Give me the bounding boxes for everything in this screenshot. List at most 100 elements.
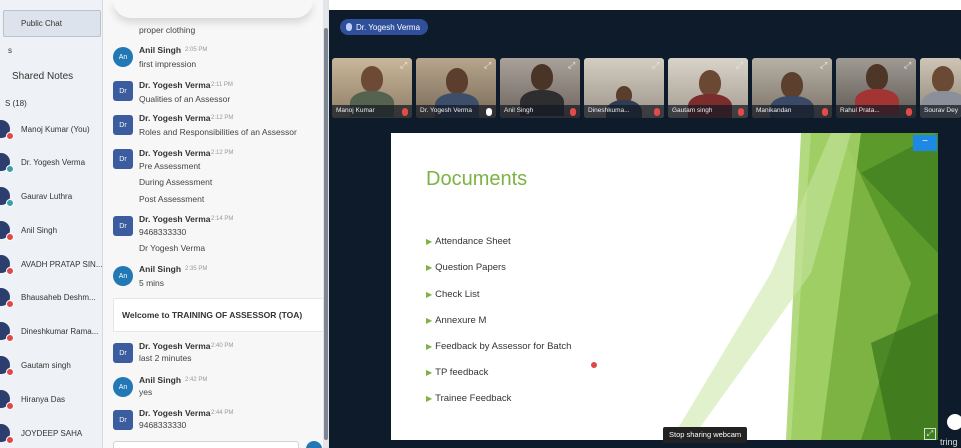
chat-message-text: 5 mins (139, 278, 165, 288)
expand-icon[interactable]: ⤢ (400, 61, 409, 70)
shared-notes-item[interactable]: Shared Notes (12, 71, 73, 82)
public-chat-label: Public Chat (21, 19, 62, 28)
conference-area: Dr. Yogesh Verma ⤢ Manoj Kumar ⤢ Dr. Yog… (329, 0, 961, 448)
slide-bullet: ▶ TP feedback (426, 367, 488, 378)
chat-message-time: 2:14 PM (211, 216, 234, 222)
mic-muted-icon (654, 108, 660, 116)
webcam-tile[interactable]: ⤢ Dr. Yogesh Verma (416, 58, 496, 118)
webcam-label-bar: Dineshkuma... (584, 105, 664, 118)
webcam-tile[interactable]: ⤢ Dineshkuma... (584, 58, 664, 118)
slide-bullet: ▶ Attendance Sheet (426, 236, 511, 247)
user-list-item[interactable]: Bhausaheb Deshm... (0, 285, 102, 313)
webcam-tile[interactable]: ⤢ Anil Singh (500, 58, 580, 118)
user-list-item[interactable]: JOYDEEP SAHA (0, 421, 102, 448)
webcam-tile[interactable]: ⤢ Manoj Kumar (332, 58, 412, 118)
chat-message-time: 2:12 PM (211, 150, 234, 156)
avatar: An (113, 377, 133, 397)
mic-muted-icon (738, 108, 744, 116)
avatar: An (113, 47, 133, 67)
chat-message-author: Dr. Yogesh Verma (139, 80, 211, 90)
webcam-label-bar: Manoj Kumar (332, 105, 412, 118)
avatar: Dr (113, 343, 133, 363)
slide-bullet-text: Trainee Feedback (435, 393, 512, 404)
slide-bullet-text: Check List (435, 289, 480, 300)
users-sidebar: Public Chat s Shared Notes S (18) Manoj … (0, 0, 103, 448)
bullet-arrow-icon: ▶ (426, 263, 433, 272)
webcam-tile[interactable]: ⤢ Manikandan (752, 58, 832, 118)
chat-message-text: Dr Yogesh Verma (139, 243, 206, 253)
chat-message-author: Dr. Yogesh Verma (139, 214, 211, 224)
avatar: Dr (113, 81, 133, 101)
user-list-item[interactable]: Gaurav Luthra (0, 184, 102, 212)
chat-message-author: Anil Singh (139, 264, 182, 274)
welcome-banner: Welcome to TRAINING OF ASSESSOR (TOA) (113, 298, 325, 332)
bullet-arrow-icon: ▶ (426, 290, 433, 299)
slide-bullet-text: TP feedback (435, 367, 489, 378)
chat-message-time: 2:42 PM (185, 377, 208, 383)
user-list-item[interactable]: AVADH PRATAP SIN... (0, 252, 102, 280)
expand-icon[interactable]: ⤢ (736, 61, 745, 70)
public-chat-panel: proper clothing An Anil Singh 2:05 PM fi… (103, 0, 329, 448)
webcam-label-bar: Dr. Yogesh Verma (416, 105, 496, 118)
user-list-item[interactable]: Manoj Kumar (You) (0, 117, 102, 145)
welcome-text: Welcome to TRAINING OF ASSESSOR (TOA) (122, 310, 303, 320)
chat-widget-icon[interactable] (947, 414, 961, 430)
bullet-arrow-icon: ▶ (426, 316, 433, 325)
chat-message-text: first impression (139, 59, 197, 69)
microphone-icon (486, 108, 492, 116)
webcam-tile[interactable]: ⤢ Gautam singh (668, 58, 748, 118)
expand-icon[interactable]: ⤢ (904, 61, 913, 70)
chat-message-author: Dr. Yogesh Verma (139, 408, 211, 418)
expand-icon[interactable]: ⤢ (568, 61, 577, 70)
avatar: Dr (113, 216, 133, 236)
presenter-indicator[interactable]: Dr. Yogesh Verma (340, 19, 429, 35)
chat-message-input[interactable] (113, 441, 299, 448)
webcam-name: Manikandan (756, 107, 792, 114)
user-list-item[interactable]: Dr. Yogesh Verma (0, 150, 102, 178)
user-name: JOYDEEP SAHA (21, 429, 83, 438)
chat-message-text: Roles and Responsibilities of an Assesso… (139, 127, 297, 137)
user-list-item[interactable]: Dineshkumar Rama... (0, 319, 102, 347)
expand-icon[interactable]: ⤢ (820, 61, 829, 70)
webcam-tile[interactable]: ⤢ Rahul Prata... (836, 58, 916, 118)
users-heading: S (18) (5, 99, 27, 108)
status-dot (6, 300, 14, 308)
presenter-pointer (591, 362, 597, 368)
chat-message-time: 2:44 PM (211, 410, 234, 416)
expand-icon[interactable]: ⤢ (652, 61, 661, 70)
webcam-label-bar: Anil Singh (500, 105, 580, 118)
stop-sharing-webcam-tooltip: Stop sharing webcam (663, 427, 748, 443)
expand-icon[interactable]: ⤢ (484, 61, 493, 70)
avatar: Dr (113, 410, 133, 430)
public-chat-tab[interactable]: Public Chat (3, 10, 101, 37)
status-dot (6, 132, 14, 140)
minimize-presentation-button[interactable]: − (913, 135, 937, 151)
chat-message-author: Dr. Yogesh Verma (139, 148, 211, 158)
user-list-item[interactable]: Anil Singh (0, 218, 102, 246)
mic-muted-icon (570, 108, 576, 116)
status-dot (6, 436, 14, 444)
slide-bullet: ▶ Trainee Feedback (426, 393, 511, 404)
user-list-item[interactable]: Gautam singh (0, 353, 102, 381)
status-dot (6, 267, 14, 275)
slide-title: Documents (426, 168, 528, 190)
chat-message-time: 2:12 PM (211, 115, 234, 121)
status-dot (6, 165, 14, 173)
webcam-label-bar: Manikandan (752, 105, 832, 118)
send-message-button[interactable] (306, 441, 322, 448)
user-name: Dr. Yogesh Verma (21, 158, 86, 167)
webcam-label-bar: Gautam singh (668, 105, 748, 118)
mic-muted-icon (402, 108, 408, 116)
chat-message-text: Qualities of an Assessor (139, 94, 231, 104)
webcam-name: Gautam singh (672, 107, 713, 114)
webcam-tile[interactable]: Sourav Dey (920, 58, 961, 118)
user-name: Anil Singh (21, 226, 58, 235)
chat-scrollbar-thumb[interactable] (324, 28, 328, 440)
avatar: Dr (113, 149, 133, 169)
status-dot (6, 334, 14, 342)
fullscreen-icon[interactable]: ⤢ (924, 428, 936, 440)
user-name: Dineshkumar Rama... (21, 327, 99, 336)
user-list-item[interactable]: Hiranya Das (0, 387, 102, 415)
slide-bullet-text: Feedback by Assessor for Batch (435, 341, 572, 352)
webcam-name: Dineshkuma... (588, 107, 630, 114)
